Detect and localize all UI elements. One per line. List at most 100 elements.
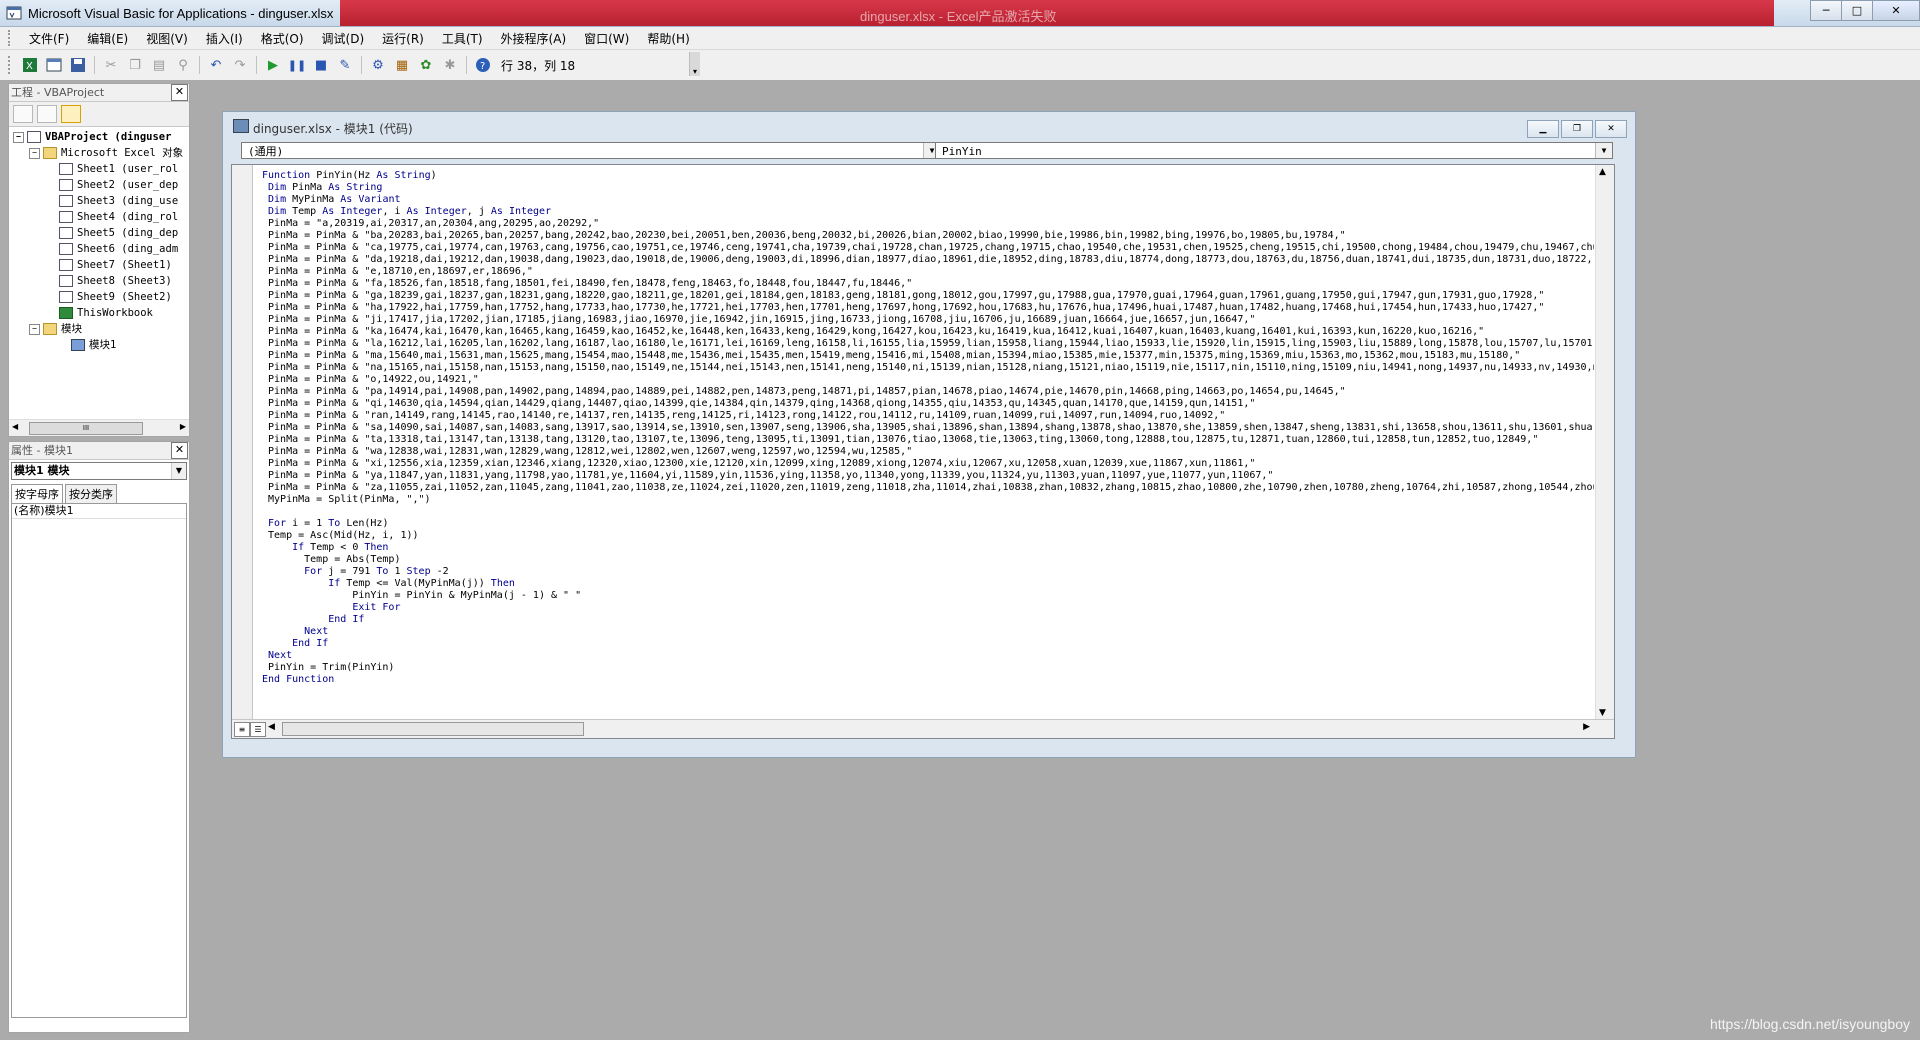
cut-icon[interactable]: ✂ — [101, 55, 121, 75]
maximize-button[interactable]: □ — [1841, 0, 1873, 21]
code-line[interactable]: PinMa = "a,20319,ai,20317,an,20304,ang,2… — [262, 218, 1594, 230]
menu-view[interactable]: 视图(V) — [137, 30, 197, 47]
code-line[interactable]: PinMa = PinMa & "ha,17922,hai,17759,han,… — [262, 302, 1594, 314]
properties-icon[interactable]: ▦ — [392, 55, 412, 75]
code-line[interactable]: PinMa = PinMa & "ji,17417,jia,17202,jian… — [262, 314, 1594, 326]
redo-icon[interactable]: ↷ — [230, 55, 250, 75]
toolbox-icon[interactable]: ✱ — [440, 55, 460, 75]
chevron-down-icon[interactable]: ▼ — [171, 463, 186, 479]
close-button[interactable]: ✕ — [1872, 0, 1920, 21]
code-hscroll-thumb[interactable] — [282, 722, 584, 736]
object-combo[interactable]: (通用) ▼ — [241, 142, 941, 159]
tree-node-sheet8[interactable]: Sheet8 (Sheet3) — [59, 273, 172, 289]
tree-node-modules[interactable]: − 模块 — [29, 321, 82, 337]
scroll-down-icon[interactable]: ▼ — [1599, 708, 1606, 718]
scroll-left-icon[interactable]: ◀ — [268, 722, 275, 732]
code-line[interactable]: Next — [262, 626, 1594, 638]
code-line[interactable]: Next — [262, 650, 1594, 662]
menu-format[interactable]: 格式(O) — [252, 30, 313, 47]
collapse-icon[interactable]: − — [13, 131, 24, 143]
code-line[interactable]: Function PinYin(Hz As String) — [262, 170, 1594, 182]
tree-node-sheet5[interactable]: Sheet5 (ding_dep — [59, 225, 178, 241]
tree-node-excel-objects[interactable]: − Microsoft Excel 对象 — [29, 145, 183, 161]
code-line[interactable]: Temp = Asc(Mid(Hz, i, 1)) — [262, 530, 1594, 542]
paste-icon[interactable]: ▤ — [149, 55, 169, 75]
code-line[interactable]: Dim Temp As Integer, i As Integer, j As … — [262, 206, 1594, 218]
code-line[interactable]: PinMa = PinMa & "ran,14149,rang,14145,ra… — [262, 410, 1594, 422]
menu-debug[interactable]: 调试(D) — [313, 30, 374, 47]
scroll-right-icon[interactable]: ▶ — [1583, 722, 1590, 732]
toolbar-options-icon[interactable]: ▾ — [689, 52, 700, 76]
code-line[interactable]: PinMa = PinMa & "pa,14914,pai,14908,pan,… — [262, 386, 1594, 398]
view-code-icon[interactable] — [13, 105, 33, 123]
code-line[interactable]: End Function — [262, 674, 1594, 686]
tree-node-sheet2[interactable]: Sheet2 (user_dep — [59, 177, 178, 193]
full-module-view-icon[interactable]: ☰ — [250, 722, 266, 737]
properties-close-button[interactable]: ✕ — [171, 442, 188, 459]
collapse-icon[interactable]: − — [29, 323, 40, 335]
copy-icon[interactable]: ❐ — [125, 55, 145, 75]
code-minimize-button[interactable]: ▁ — [1527, 120, 1559, 138]
object-browser-icon[interactable]: ✿ — [416, 55, 436, 75]
code-line[interactable]: PinYin = Trim(PinYin) — [262, 662, 1594, 674]
tree-node-sheet7[interactable]: Sheet7 (Sheet1) — [59, 257, 172, 273]
code-line[interactable]: If Temp <= Val(MyPinMa(j)) Then — [262, 578, 1594, 590]
menu-window[interactable]: 窗口(W) — [575, 30, 638, 47]
view-object-icon[interactable] — [37, 105, 57, 123]
code-line[interactable]: PinMa = PinMa & "sa,14090,sai,14087,san,… — [262, 422, 1594, 434]
insert-userform-icon[interactable] — [44, 55, 64, 75]
reset-icon[interactable]: ■ — [311, 55, 331, 75]
break-icon[interactable]: ❚❚ — [287, 55, 307, 75]
design-mode-icon[interactable]: ✎ — [335, 55, 355, 75]
code-line[interactable]: PinMa = PinMa & "e,18710,en,18697,er,186… — [262, 266, 1594, 278]
tree-node-sheet4[interactable]: Sheet4 (ding_rol — [59, 209, 178, 225]
code-line[interactable]: PinMa = PinMa & "ca,19775,cai,19774,can,… — [262, 242, 1594, 254]
menu-grip[interactable] — [8, 30, 14, 46]
tree-node-vbaproject[interactable]: − VBAProject (dinguser — [13, 129, 171, 145]
menu-tools[interactable]: 工具(T) — [433, 30, 492, 47]
scroll-thumb[interactable]: III — [29, 422, 143, 435]
menu-file[interactable]: 文件(F) — [20, 30, 78, 47]
minimize-button[interactable]: ─ — [1810, 0, 1842, 21]
menu-run[interactable]: 运行(R) — [373, 30, 433, 47]
code-line[interactable]: Exit For — [262, 602, 1594, 614]
code-line[interactable]: Temp = Abs(Temp) — [262, 554, 1594, 566]
code-vscrollbar[interactable]: ▲ ▼ — [1595, 165, 1614, 720]
code-close-button[interactable]: ✕ — [1595, 120, 1627, 138]
code-line[interactable]: PinMa = PinMa & "ya,11847,yan,11831,yang… — [262, 470, 1594, 482]
code-line[interactable]: For j = 791 To 1 Step -2 — [262, 566, 1594, 578]
properties-object-combo[interactable]: 模块1 模块 ▼ — [11, 462, 187, 480]
margin-indicator-bar[interactable] — [232, 165, 253, 720]
code-text[interactable]: Function PinYin(Hz As String) Dim PinMa … — [262, 170, 1594, 715]
undo-icon[interactable]: ↶ — [206, 55, 226, 75]
chevron-down-icon[interactable]: ▼ — [1595, 143, 1612, 158]
tree-node-sheet3[interactable]: Sheet3 (ding_use — [59, 193, 178, 209]
code-line[interactable]: PinMa = PinMa & "la,16212,lai,16205,lan,… — [262, 338, 1594, 350]
procedure-combo[interactable]: PinYin ▼ — [935, 142, 1613, 159]
scroll-left-icon[interactable]: ◀ — [12, 422, 18, 431]
code-line[interactable]: PinMa = PinMa & "na,15165,nai,15158,nan,… — [262, 362, 1594, 374]
help-icon[interactable]: ? — [473, 55, 493, 75]
menu-insert[interactable]: 插入(I) — [197, 30, 252, 47]
code-line[interactable]: PinMa = PinMa & "qi,14630,qia,14594,qian… — [262, 398, 1594, 410]
save-icon[interactable] — [68, 55, 88, 75]
code-line[interactable]: End If — [262, 638, 1594, 650]
property-row[interactable]: (名称)模块1 — [12, 504, 186, 519]
tree-node-sheet9[interactable]: Sheet9 (Sheet2) — [59, 289, 172, 305]
code-line[interactable]: PinMa = PinMa & "ta,13318,tai,13147,tan,… — [262, 434, 1594, 446]
procedure-view-icon[interactable]: ≡ — [234, 722, 250, 737]
code-line[interactable]: PinMa = PinMa & "ga,18239,gai,18237,gan,… — [262, 290, 1594, 302]
code-line[interactable]: MyPinMa = Split(PinMa, ",") — [262, 494, 1594, 506]
collapse-icon[interactable]: − — [29, 147, 40, 159]
code-line[interactable]: PinMa = PinMa & "ka,16474,kai,16470,kan,… — [262, 326, 1594, 338]
code-line[interactable]: End If — [262, 614, 1594, 626]
project-explorer-close-button[interactable]: ✕ — [171, 84, 188, 101]
code-line[interactable]: PinMa = PinMa & "fa,18526,fan,18518,fang… — [262, 278, 1594, 290]
scroll-up-icon[interactable]: ▲ — [1599, 167, 1606, 177]
code-line[interactable]: For i = 1 To Len(Hz) — [262, 518, 1594, 530]
tree-node-thisworkbook[interactable]: ThisWorkbook — [59, 305, 153, 321]
code-line[interactable]: PinMa = PinMa & "ba,20283,bai,20265,ban,… — [262, 230, 1594, 242]
tab-alphabetic[interactable]: 按字母序 — [11, 484, 63, 503]
toolbar-grip[interactable] — [8, 56, 14, 74]
code-line[interactable]: PinMa = PinMa & "ma,15640,mai,15631,man,… — [262, 350, 1594, 362]
